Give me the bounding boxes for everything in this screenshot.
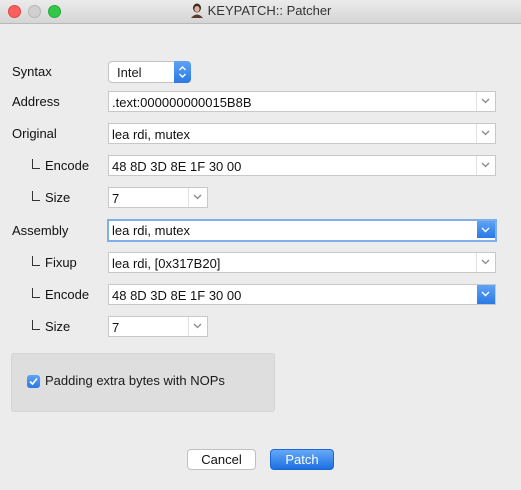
fixup-value: lea rdi, [0x317B20] [112,256,221,271]
original-size-label: Size [32,190,70,205]
tree-corner-icon [32,320,40,330]
syntax-popup[interactable]: Intel [108,61,191,83]
assembly-size-value: 7 [112,320,120,335]
assembly-dropdown-chevron-icon[interactable] [477,221,495,238]
original-encode-label: Encode [32,158,89,173]
original-size-dropdown-chevron-icon[interactable] [188,188,207,207]
address-combo[interactable]: .text:000000000015B8B [108,91,496,112]
assembly-size-label: Size [32,319,70,334]
window-title: KEYPATCH:: Patcher [207,3,332,18]
assembly-combo[interactable]: lea rdi, mutex [107,219,497,242]
assembly-encode-value: 48 8D 3D 8E 1F 30 00 [112,288,242,303]
address-dropdown-chevron-icon[interactable] [476,92,495,111]
original-value: lea rdi, mutex [112,127,191,142]
assembly-size-combo[interactable]: 7 [108,316,208,337]
original-encode-dropdown-chevron-icon[interactable] [476,156,495,175]
assembly-size-label-text: Size [45,319,71,334]
original-size-combo[interactable]: 7 [108,187,208,208]
fixup-label-text: Fixup [45,255,77,270]
original-size-value: 7 [112,191,120,206]
original-encode-label-text: Encode [45,158,90,173]
address-label: Address [12,94,60,109]
padding-checkbox[interactable] [27,375,40,388]
syntax-value: Intel [117,65,142,80]
original-label: Original [12,126,57,141]
tree-corner-icon [32,288,40,298]
title-bar: KEYPATCH:: Patcher [0,0,521,24]
patcher-window: KEYPATCH:: Patcher Syntax Intel Address … [0,0,521,490]
window-title-area: KEYPATCH:: Patcher [0,3,521,18]
original-encode-value: 48 8D 3D 8E 1F 30 00 [112,159,242,174]
app-avatar-icon [190,3,204,18]
original-encode-combo[interactable]: 48 8D 3D 8E 1F 30 00 [108,155,496,176]
fixup-combo[interactable]: lea rdi, [0x317B20] [108,252,496,273]
address-value: .text:000000000015B8B [112,95,252,110]
fixup-dropdown-chevron-icon[interactable] [476,253,495,272]
assembly-encode-label-text: Encode [45,287,90,302]
patch-button[interactable]: Patch [270,449,334,470]
cancel-button[interactable]: Cancel [187,449,256,470]
syntax-stepper-icon[interactable] [174,61,191,83]
assembly-encode-label: Encode [32,287,89,302]
tree-corner-icon [32,191,40,201]
original-size-label-text: Size [45,190,71,205]
original-combo[interactable]: lea rdi, mutex [108,123,496,144]
tree-corner-icon [32,159,40,169]
assembly-encode-dropdown-chevron-icon[interactable] [477,285,495,304]
assembly-size-dropdown-chevron-icon[interactable] [188,317,207,336]
assembly-label: Assembly [12,223,69,238]
assembly-value: lea rdi, mutex [112,223,191,238]
fixup-label: Fixup [32,255,77,270]
original-dropdown-chevron-icon[interactable] [476,124,495,143]
syntax-label: Syntax [12,64,52,79]
padding-checkbox-label[interactable]: Padding extra bytes with NOPs [45,373,225,388]
tree-corner-icon [32,256,40,266]
assembly-encode-combo[interactable]: 48 8D 3D 8E 1F 30 00 [108,284,496,305]
